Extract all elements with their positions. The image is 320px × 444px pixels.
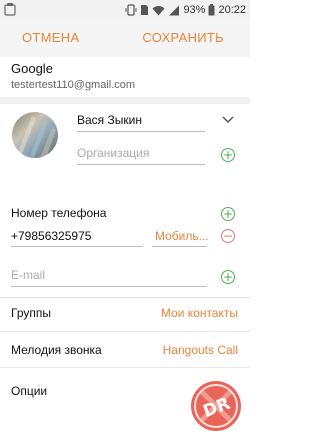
phone-underline <box>11 246 143 247</box>
phone-type-dropdown[interactable]: Мобиль... <box>155 229 209 243</box>
add-email-button[interactable]: + <box>221 270 235 284</box>
divider <box>0 367 250 368</box>
name-underline <box>77 131 205 132</box>
groups-value: Мои контакты <box>160 306 238 320</box>
plus-icon: + <box>222 148 234 162</box>
wifi-icon <box>152 5 165 15</box>
organization-field[interactable]: Организация <box>77 146 149 160</box>
add-organization-button[interactable]: + <box>221 148 235 162</box>
email-field[interactable]: E-mail <box>11 268 45 282</box>
groups-row[interactable]: Группы Мои контакты <box>0 298 250 328</box>
phone-type-underline <box>152 246 207 247</box>
ringtone-label: Мелодия звонка <box>11 343 102 357</box>
signal-icon <box>169 5 180 15</box>
section-divider <box>0 97 250 104</box>
account-name: Google <box>11 61 53 76</box>
phone-field[interactable]: +79856325975 <box>11 229 91 243</box>
contact-photo <box>12 112 58 158</box>
vibrate-icon <box>125 4 137 16</box>
save-button[interactable]: СОХРАНИТЬ <box>142 30 224 45</box>
status-icons: 93% 20:22 <box>125 0 246 20</box>
groups-label: Группы <box>11 306 51 320</box>
avatar[interactable] <box>12 112 58 158</box>
battery-icon <box>208 4 215 16</box>
account-selector[interactable]: Google testertest110@gmail.com <box>0 57 250 97</box>
action-bar: ОТМЕНА СОХРАНИТЬ <box>0 20 250 57</box>
remove-phone-button[interactable]: − <box>221 229 235 243</box>
ringtone-row[interactable]: Мелодия звонка Hangouts Call <box>0 332 250 362</box>
status-bar: 93% 20:22 <box>0 0 250 20</box>
phone-label: Номер телефона <box>11 206 107 220</box>
minus-icon: − <box>222 229 234 243</box>
clock: 20:22 <box>218 4 246 16</box>
cancel-button[interactable]: ОТМЕНА <box>22 30 79 45</box>
ringtone-value: Hangouts Call <box>162 343 238 357</box>
sim-icon <box>141 5 149 15</box>
account-email: testertest110@gmail.com <box>11 79 136 91</box>
plus-icon: + <box>222 270 234 284</box>
notification-icon <box>4 3 16 16</box>
options-label: Опции <box>11 384 48 398</box>
organization-underline <box>77 164 205 165</box>
plus-icon: + <box>222 207 234 221</box>
name-field[interactable]: Вася Зыкин <box>77 113 142 127</box>
dr-watermark-logo: DR <box>191 381 241 431</box>
battery-percent: 93% <box>183 4 206 16</box>
email-underline <box>11 286 207 287</box>
add-phone-button[interactable]: + <box>221 207 235 221</box>
chevron-down-icon[interactable] <box>221 113 235 125</box>
